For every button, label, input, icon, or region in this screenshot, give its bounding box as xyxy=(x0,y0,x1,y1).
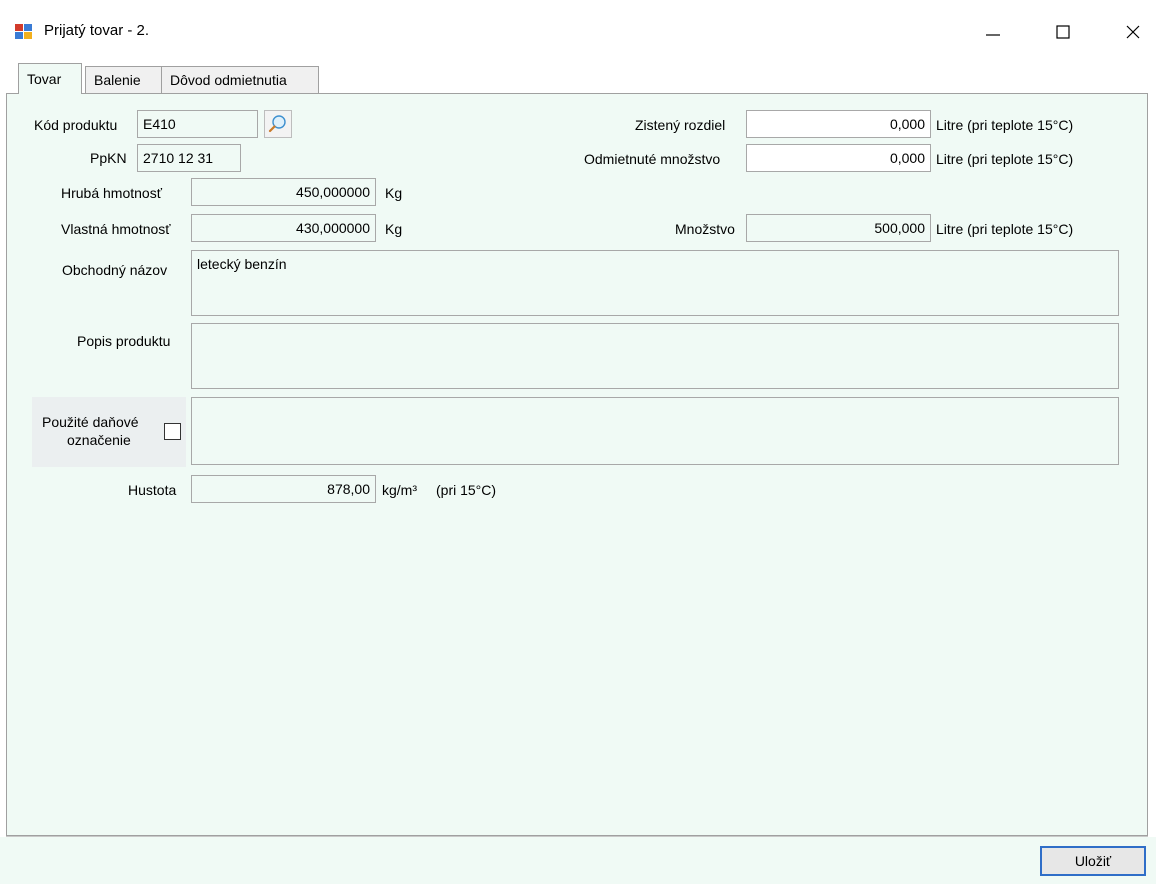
app-window-icon xyxy=(14,22,34,42)
label-mnozstvo: Množstvo xyxy=(675,221,735,237)
close-icon xyxy=(1126,25,1140,39)
label-danove-oznacenie-line2: označenie xyxy=(67,432,131,448)
footer-bar xyxy=(0,837,1156,884)
kod-produktu-field[interactable]: E410 xyxy=(137,110,258,138)
minimize-icon xyxy=(986,34,1000,36)
danove-oznacenie-checkbox[interactable] xyxy=(164,423,181,440)
tab-dovod-odmietnutia[interactable]: Dôvod odmietnutia xyxy=(161,66,319,93)
label-popis-produktu: Popis produktu xyxy=(77,333,171,349)
label-obchodny-nazov: Obchodný názov xyxy=(62,262,168,278)
vlastna-hmotnost-unit: Kg xyxy=(385,221,403,237)
label-odmietnute-mnozstvo: Odmietnuté množstvo xyxy=(584,151,721,167)
mnozstvo-field[interactable]: 500,000 xyxy=(746,214,931,242)
label-danove-oznacenie-line1: Použité daňové xyxy=(42,414,139,430)
zisteny-rozdiel-unit: Litre (pri teplote 15°C) xyxy=(936,117,1074,133)
hruba-hmotnost-field[interactable]: 450,000000 xyxy=(191,178,376,206)
label-kod-produktu: Kód produktu xyxy=(34,117,118,133)
magnifier-icon xyxy=(268,115,286,133)
search-product-button[interactable] xyxy=(264,110,292,138)
label-ppkn: PpKN xyxy=(90,150,127,166)
window-title: Prijatý tovar - 2. xyxy=(44,22,150,39)
hustota-field[interactable]: 878,00 xyxy=(191,475,376,503)
label-vlastna-hmotnost: Vlastná hmotnosť xyxy=(61,221,171,237)
label-hruba-hmotnost: Hrubá hmotnosť xyxy=(61,185,162,201)
save-button[interactable]: Uložiť xyxy=(1040,846,1146,876)
close-button[interactable] xyxy=(1110,14,1156,50)
label-zisteny-rozdiel: Zistený rozdiel xyxy=(635,117,726,133)
minimize-button[interactable] xyxy=(970,14,1016,50)
label-hustota: Hustota xyxy=(128,482,177,498)
maximize-button[interactable] xyxy=(1040,14,1086,50)
tab-tovar[interactable]: Tovar xyxy=(18,63,82,94)
odmietnute-mnozstvo-unit: Litre (pri teplote 15°C) xyxy=(936,151,1074,167)
popis-produktu-field[interactable] xyxy=(191,323,1119,389)
hustota-note: (pri 15°C) xyxy=(436,482,497,498)
obchodny-nazov-field[interactable]: letecký benzín xyxy=(191,250,1119,316)
mnozstvo-unit: Litre (pri teplote 15°C) xyxy=(936,221,1074,237)
ppkn-field[interactable]: 2710 12 31 xyxy=(137,144,241,172)
maximize-icon xyxy=(1056,25,1070,39)
tab-balenie[interactable]: Balenie xyxy=(85,66,162,93)
title-bar[interactable]: Prijatý tovar - 2. xyxy=(0,0,1156,62)
hustota-unit: kg/m³ xyxy=(382,482,417,498)
danove-oznacenie-field[interactable] xyxy=(191,397,1119,465)
vlastna-hmotnost-field[interactable]: 430,000000 xyxy=(191,214,376,242)
zisteny-rozdiel-field[interactable]: 0,000 xyxy=(746,110,931,138)
odmietnute-mnozstvo-field[interactable]: 0,000 xyxy=(746,144,931,172)
hruba-hmotnost-unit: Kg xyxy=(385,185,403,201)
